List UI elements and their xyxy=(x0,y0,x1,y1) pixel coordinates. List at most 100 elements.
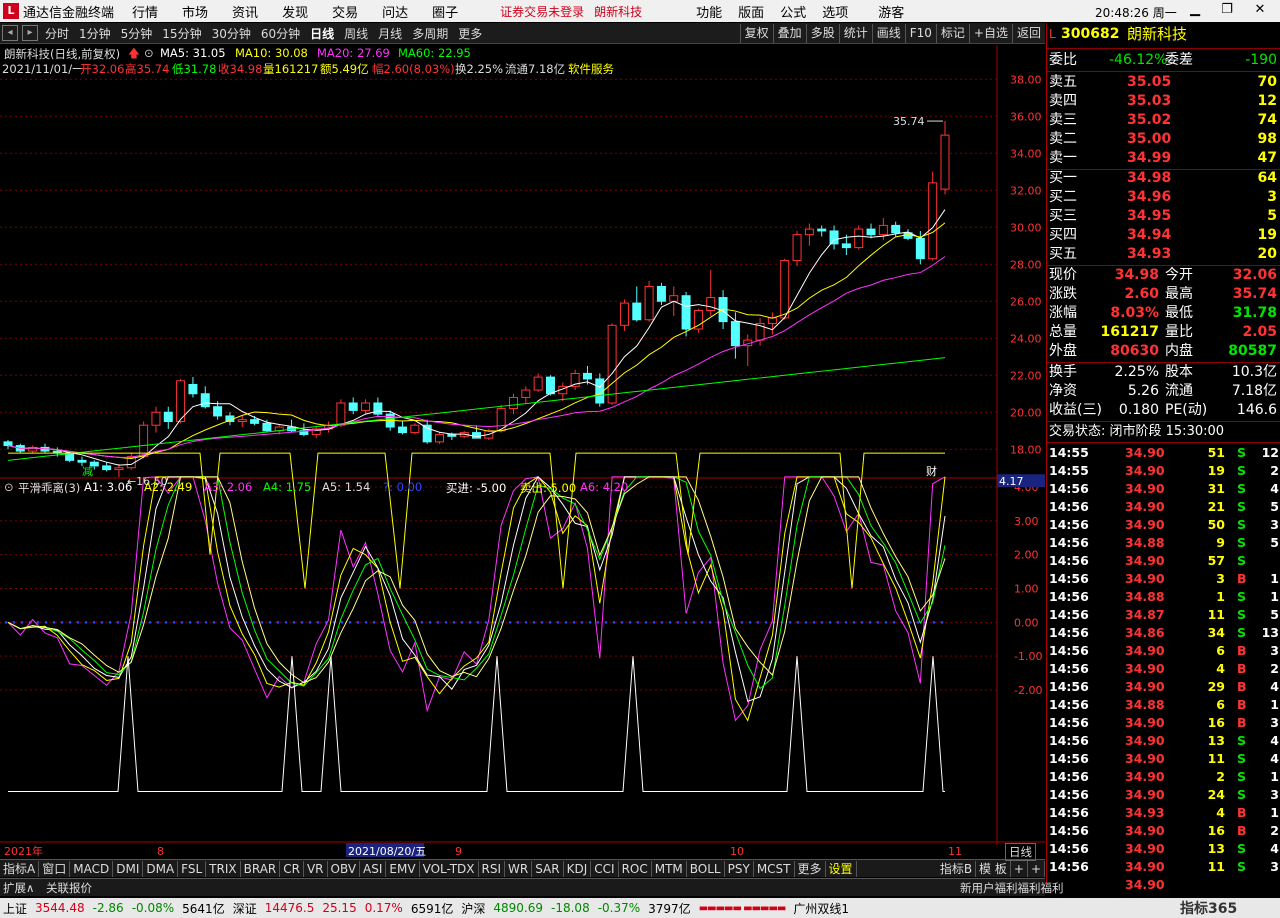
indicator-tab[interactable]: EMV xyxy=(386,860,420,877)
prev-icon[interactable]: ◂ xyxy=(2,25,18,41)
f10-button[interactable]: F10 xyxy=(904,23,936,43)
indicator-tab[interactable]: MTM xyxy=(652,860,687,877)
indicator-tab[interactable]: ROC xyxy=(619,860,652,877)
bid-label: 买一 xyxy=(1049,170,1077,186)
indicator-right-tab[interactable]: 指标B xyxy=(937,860,977,877)
indicator-tab[interactable]: BRAR xyxy=(241,860,281,877)
indicator-tab[interactable]: ASI xyxy=(360,860,387,877)
mark-button[interactable]: 标记 xyxy=(935,23,969,43)
menu-trade[interactable]: 交易 xyxy=(332,2,358,21)
server-name[interactable]: 广州双线1 xyxy=(793,900,849,917)
period-more[interactable]: 更多 xyxy=(458,25,482,42)
kline-chart[interactable]: 38.00 36.00 34.00 32.00 30.00 28.00 26.00 24.00… xyxy=(0,45,1045,859)
next-icon[interactable]: ▸ xyxy=(22,25,38,41)
indicator-tab[interactable]: PSY xyxy=(725,860,754,877)
bid-row[interactable]: 买五 34.93 20 xyxy=(1047,245,1280,264)
add-watchlist-button[interactable]: +自选 xyxy=(968,23,1012,43)
indicator-tab[interactable]: MACD xyxy=(70,860,114,877)
tick-side: B xyxy=(1237,697,1247,712)
user-label[interactable]: 游客 xyxy=(878,2,904,21)
ask-row[interactable]: 卖五 35.05 70 xyxy=(1047,73,1280,92)
indicator-tab[interactable]: 窗口 xyxy=(39,860,71,877)
ask-row[interactable]: 卖二 35.00 98 xyxy=(1047,130,1280,149)
bid-row[interactable]: 买一 34.98 64 xyxy=(1047,169,1280,188)
quote-row: 现价 34.98 今开 32.06 xyxy=(1047,266,1280,285)
indicator-tab[interactable]: SAR xyxy=(532,860,564,877)
restore-right-button[interactable]: 复权 xyxy=(739,23,773,43)
indicator-tab[interactable]: WR xyxy=(505,860,533,877)
expand-tab[interactable]: 扩展∧ xyxy=(3,880,34,896)
ask-row[interactable]: 卖三 35.02 74 xyxy=(1047,111,1280,130)
indicator-tab[interactable]: DMA xyxy=(143,860,179,877)
period-5min[interactable]: 5分钟 xyxy=(121,25,153,42)
bid-row[interactable]: 买三 34.95 5 xyxy=(1047,207,1280,226)
period-1min[interactable]: 1分钟 xyxy=(79,25,111,42)
stats-button[interactable]: 统计 xyxy=(838,23,872,43)
ask-row[interactable]: 卖四 35.03 12 xyxy=(1047,92,1280,111)
period-daily[interactable]: 日线 xyxy=(310,25,334,42)
period-monthly[interactable]: 月线 xyxy=(378,25,402,42)
period-15min[interactable]: 15分钟 xyxy=(162,25,201,42)
bid-row[interactable]: 买二 34.96 3 xyxy=(1047,188,1280,207)
tick-side: S xyxy=(1237,517,1247,532)
menu-function[interactable]: 功能 xyxy=(696,2,722,21)
tick-row: 14:56 34.88 6 B 1 xyxy=(1047,696,1280,714)
tick-time: 14:56 xyxy=(1049,769,1089,784)
menu-layout[interactable]: 版面 xyxy=(738,2,764,21)
multi-stock-button[interactable]: 多股 xyxy=(805,23,839,43)
menu-ask[interactable]: 问达 xyxy=(382,2,408,21)
overlay-button[interactable]: 叠加 xyxy=(772,23,806,43)
indicator-tab[interactable]: TRIX xyxy=(206,860,241,877)
ask-row[interactable]: 卖一 34.99 47 xyxy=(1047,149,1280,168)
indicator-tab[interactable]: OBV xyxy=(328,860,361,877)
menu-circle[interactable]: 圈子 xyxy=(432,2,458,21)
menu-formula[interactable]: 公式 xyxy=(780,2,806,21)
minimize-icon[interactable]: ▁ xyxy=(1183,2,1207,17)
maximize-icon[interactable]: ❐ xyxy=(1215,2,1239,17)
indicator-right-tab[interactable]: + xyxy=(1011,860,1028,877)
indicator-tab[interactable]: 更多 xyxy=(795,860,826,877)
indicator-tab[interactable]: RSI xyxy=(479,860,506,877)
indicator-tab[interactable]: BOLL xyxy=(687,860,725,877)
menu-market[interactable]: 市场 xyxy=(182,2,208,21)
sub-expand-icon[interactable]: ⊙ xyxy=(4,480,14,494)
menu-news[interactable]: 资讯 xyxy=(232,2,258,21)
menu-quotes[interactable]: 行情 xyxy=(132,2,158,21)
candle-body xyxy=(3,441,13,447)
indicator-tab[interactable]: 设置 xyxy=(826,860,857,877)
indicator-tab[interactable]: VR xyxy=(304,860,328,877)
stock-link[interactable]: 朗新科技 xyxy=(594,3,642,20)
period-weekly[interactable]: 周线 xyxy=(344,25,368,42)
indicator-tab[interactable]: 指标A xyxy=(0,860,40,877)
menu-discover[interactable]: 发现 xyxy=(282,2,308,21)
indicator-tab[interactable]: FSL xyxy=(178,860,207,877)
indicator-tab[interactable]: VOL-TDX xyxy=(420,860,479,877)
period-30min[interactable]: 30分钟 xyxy=(212,25,251,42)
close-icon[interactable]: ✕ xyxy=(1248,2,1272,17)
indicator-tab[interactable]: CR xyxy=(280,860,304,877)
indicator-right-tab[interactable]: + xyxy=(1028,860,1045,877)
period-intraday[interactable]: 分时 xyxy=(45,25,69,42)
zero-dot xyxy=(740,621,744,624)
promo-link[interactable]: 新用户福利福利福利 xyxy=(960,880,1064,896)
bid-price: 34.93 xyxy=(1127,246,1172,262)
indicator-tab[interactable]: KDJ xyxy=(564,860,592,877)
hs-change: -18.08 xyxy=(551,901,590,915)
login-warning[interactable]: 证券交易未登录 xyxy=(500,3,584,20)
indicator-tab[interactable]: CCI xyxy=(591,860,619,877)
sub-y-tick-label: 2.00 xyxy=(1014,549,1039,562)
related-quote-tab[interactable]: 关联报价 xyxy=(46,880,92,896)
tick-side: S xyxy=(1237,535,1247,550)
indicator-right-tab[interactable]: 模 板 xyxy=(976,860,1011,877)
menu-options[interactable]: 选项 xyxy=(822,2,848,21)
zero-dot xyxy=(204,621,208,624)
back-button[interactable]: 返回 xyxy=(1011,23,1045,43)
tick-price: 34.90 xyxy=(1125,661,1165,676)
bid-row[interactable]: 买四 34.94 19 xyxy=(1047,226,1280,245)
indicator-tab[interactable]: DMI xyxy=(113,860,144,877)
period-60min[interactable]: 60分钟 xyxy=(261,25,300,42)
period-multi[interactable]: 多周期 xyxy=(412,25,448,42)
draw-line-button[interactable]: 画线 xyxy=(871,23,905,43)
day-line-tab[interactable]: 日线 xyxy=(1005,843,1036,861)
indicator-tab[interactable]: MCST xyxy=(754,860,795,877)
